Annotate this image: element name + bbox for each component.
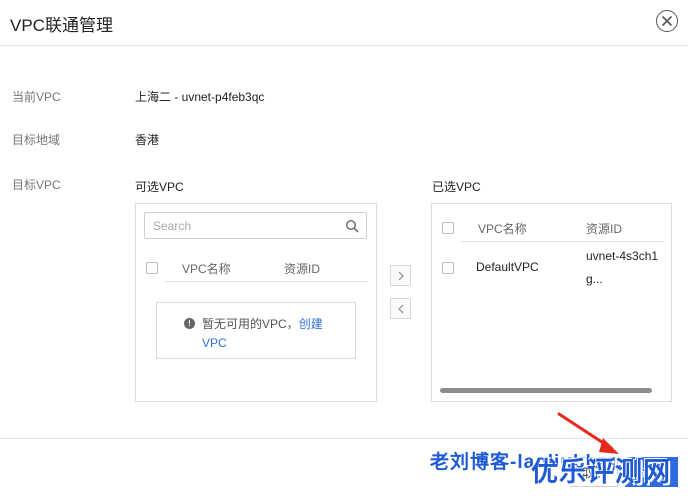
dialog-header: VPC联通管理 [0,0,688,46]
current-vpc-label: 当前VPC [12,90,61,104]
available-col-name: VPC名称 [182,262,231,276]
empty-message: 暂无可用的VPC，创建VPC [202,315,342,353]
row-resource-id: uvnet-4s3ch1 [586,249,659,263]
target-region-value: 香港 [135,133,160,147]
available-vpc-panel: VPC名称 资源ID ! 暂无可用的VPC，创建VPC [135,203,377,402]
chevron-right-icon [398,271,404,280]
selected-header-divider [460,241,664,242]
selected-select-all-checkbox[interactable] [442,222,454,234]
empty-state: ! 暂无可用的VPC，创建VPC [156,302,356,359]
close-icon [662,16,672,26]
selected-vpc-title: 已选VPC [432,180,481,194]
annotation-arrow-icon [557,412,619,454]
close-button[interactable] [656,10,678,32]
empty-text: 暂无可用的VPC， [202,317,299,331]
move-right-button[interactable] [390,265,411,286]
chevron-left-icon [397,304,403,313]
search-input[interactable] [145,213,335,238]
info-icon: ! [184,318,195,329]
available-col-id: 资源ID [284,262,321,276]
available-vpc-title: 可选VPC [135,180,184,194]
selected-vpc-panel: VPC名称 资源ID DefaultVPC uvnet-4s3ch1 g... [431,203,672,402]
selected-col-id: 资源ID [586,222,623,236]
horizontal-scrollbar[interactable] [440,388,652,393]
search-box [144,212,367,239]
dialog-title: VPC联通管理 [10,16,113,35]
row-checkbox[interactable] [442,262,454,274]
current-vpc-value: 上海二 - uvnet-p4feb3qc [135,90,265,104]
available-header-divider [164,281,368,282]
move-left-button[interactable] [390,298,411,319]
row-resource-id-cont: g... [586,272,603,286]
available-select-all-checkbox[interactable] [146,262,158,274]
selected-col-name: VPC名称 [478,222,527,236]
row-vpc-name: DefaultVPC [476,260,539,274]
search-icon[interactable] [345,219,359,233]
target-vpc-label: 目标VPC [12,178,61,192]
target-region-label: 目标地域 [12,133,61,147]
